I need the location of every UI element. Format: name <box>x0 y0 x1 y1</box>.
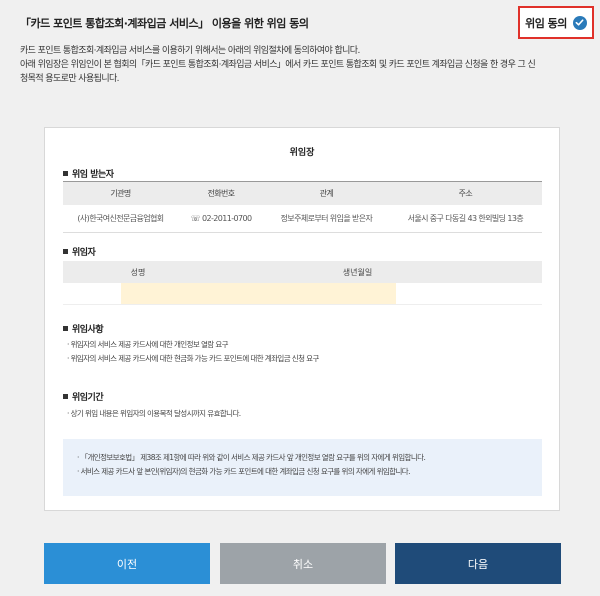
table-row: (사)한국여신전문금융업협회 ☏ 02-2011-0700 정보주체로부터 위임… <box>63 204 542 233</box>
cell-address: 서울시 중구 다동길 43 한외빌딩 13층 <box>388 204 542 233</box>
consent-toggle[interactable]: 위임 동의 <box>518 6 594 39</box>
section-matters-title: 위임사항 <box>72 325 104 335</box>
intro-line-1: 카드 포인트 통합조회·계좌입금 서비스를 이용하기 위해서는 아래의 위임절차… <box>20 46 360 56</box>
section-delegator-title: 위임자 <box>72 248 96 258</box>
delegation-document: 위임장 위임 받는자 기관명 전화번호 관계 주소 (사)한국여신전문금융업협회… <box>44 127 560 511</box>
consent-label: 위임 동의 <box>525 16 567 30</box>
cell-phone: ☏ 02-2011-0700 <box>177 204 265 233</box>
notice-item: · 「개인정보보호법」 제38조 제1항에 따라 위와 같이 서비스 제공 카드… <box>77 453 426 462</box>
delegator-birthdate <box>213 283 396 304</box>
header-phone: 전화번호 <box>177 181 265 205</box>
header-org: 기관명 <box>63 181 178 205</box>
list-item: · 상기 위임 내용은 위임자의 이용목적 달성시까지 유효합니다. <box>67 409 241 418</box>
list-item: · 위임자의 서비스 제공 카드사에 대한 개인정보 열람 요구 <box>67 340 229 349</box>
list-item: · 위임자의 서비스 제공 카드사에 대한 현금화 가능 카드 포인트에 대한 … <box>67 354 319 363</box>
delegator-fill <box>121 283 396 304</box>
header-address: 주소 <box>388 181 542 205</box>
delegate-table: 기관명 전화번호 관계 주소 (사)한국여신전문금융업협회 ☏ 02-2011-… <box>63 181 542 233</box>
header-relation: 관계 <box>264 181 389 205</box>
delegator-name <box>121 283 213 304</box>
cell-org: (사)한국여신전문금융업협회 <box>63 204 178 233</box>
cancel-button[interactable]: 취소 <box>220 543 386 584</box>
delegator-row <box>63 283 542 305</box>
section-delegator: 위임자 <box>63 245 96 258</box>
section-period-title: 위임기간 <box>72 393 104 403</box>
intro-line-3: 청목적 용도로만 사용됩니다. <box>20 74 120 84</box>
square-bullet-icon <box>63 249 68 254</box>
notice-item: · 서비스 제공 카드사 앞 본인(위임자)의 현금화 가능 카드 포인트에 대… <box>77 467 410 476</box>
period-list: · 상기 위임 내용은 위임자의 이용목적 달성시까지 유효합니다. <box>67 407 241 421</box>
section-matters: 위임사항 <box>63 322 104 335</box>
section-delegate: 위임 받는자 <box>63 167 114 180</box>
matters-list: · 위임자의 서비스 제공 카드사에 대한 개인정보 열람 요구 · 위임자의 … <box>67 338 319 366</box>
header-name: 성명 <box>130 267 146 277</box>
header-birthdate: 생년월일 <box>342 267 373 277</box>
intro-line-2: 아래 위임장은 위임인이 본 협회의「카드 포인트 통합조회·계좌입금 서비스」… <box>20 60 536 70</box>
page-title: 「카드 포인트 통합조회·계좌입금 서비스」 이용을 위한 위임 동의 <box>20 17 309 30</box>
delegator-header: 성명 생년월일 <box>63 261 542 283</box>
square-bullet-icon <box>63 394 68 399</box>
next-button[interactable]: 다음 <box>395 543 561 584</box>
section-delegate-title: 위임 받는자 <box>72 170 114 180</box>
notice-box: · 「개인정보보호법」 제38조 제1항에 따라 위와 같이 서비스 제공 카드… <box>63 439 542 496</box>
prev-button[interactable]: 이전 <box>44 543 210 584</box>
square-bullet-icon <box>63 326 68 331</box>
cell-relation: 정보주체로부터 위임을 받은자 <box>264 204 389 233</box>
check-circle-icon <box>572 15 587 30</box>
intro-text: 카드 포인트 통합조회·계좌입금 서비스를 이용하기 위해서는 아래의 위임절차… <box>20 44 585 86</box>
document-title: 위임장 <box>289 148 315 158</box>
square-bullet-icon <box>63 171 68 176</box>
section-period: 위임기간 <box>63 390 104 403</box>
